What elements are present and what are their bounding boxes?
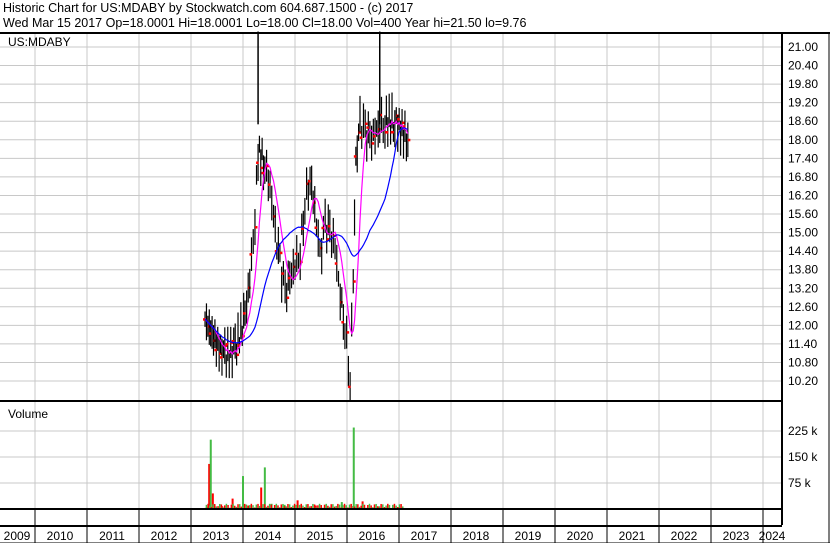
close-marker bbox=[261, 171, 264, 175]
close-marker bbox=[214, 348, 217, 352]
price-tick-label: 19.80 bbox=[788, 77, 818, 91]
volume-bar bbox=[242, 476, 244, 509]
close-marker bbox=[327, 224, 331, 228]
price-tick-label: 19.20 bbox=[788, 96, 818, 110]
close-marker bbox=[294, 252, 298, 256]
price-tick-label: 18.60 bbox=[788, 114, 818, 128]
year-label: 2020 bbox=[567, 529, 594, 543]
price-tick-label: 14.40 bbox=[788, 244, 818, 258]
year-label: 2021 bbox=[619, 529, 646, 543]
close-marker bbox=[346, 331, 350, 334]
price-tick-label: 16.80 bbox=[788, 170, 818, 184]
price-tick-label: 10.80 bbox=[788, 355, 818, 369]
volume-tick-label: 150 k bbox=[788, 450, 818, 464]
close-marker bbox=[268, 183, 271, 186]
price-tick-label: 20.40 bbox=[788, 59, 818, 73]
close-marker bbox=[254, 226, 258, 229]
volume-tick-label: 75 k bbox=[788, 476, 812, 490]
volume-bar bbox=[209, 439, 212, 509]
close-marker bbox=[301, 227, 304, 230]
year-label: 2013 bbox=[203, 529, 230, 543]
close-marker bbox=[348, 385, 351, 389]
price-tick-label: 13.20 bbox=[788, 281, 818, 295]
price-tick-label: 17.40 bbox=[788, 151, 818, 165]
close-marker bbox=[366, 126, 369, 129]
close-marker bbox=[385, 131, 389, 134]
year-label: 2024 bbox=[759, 529, 786, 543]
year-label: 2010 bbox=[47, 529, 74, 543]
close-marker bbox=[402, 121, 405, 125]
short-moving-average-line bbox=[204, 120, 409, 355]
stock-chart: 2009 2010 2011 2012 2013 2014 2015 2016 2017 2018… bbox=[0, 31, 830, 543]
close-marker bbox=[391, 130, 394, 134]
close-marker bbox=[353, 280, 356, 283]
year-label: 2017 bbox=[411, 529, 438, 543]
year-label: 2015 bbox=[307, 529, 334, 543]
price-tick-label: 15.60 bbox=[788, 207, 818, 221]
close-marker bbox=[365, 122, 368, 126]
year-label: 2019 bbox=[515, 529, 542, 543]
year-label: 2009 bbox=[4, 529, 31, 543]
volume-bar bbox=[352, 427, 355, 509]
volume-bar bbox=[263, 467, 266, 509]
year-label: 2016 bbox=[359, 529, 386, 543]
close-marker bbox=[243, 312, 246, 315]
price-tick-label: 12.60 bbox=[788, 300, 818, 314]
close-marker bbox=[279, 251, 283, 255]
volume-bar bbox=[260, 487, 263, 509]
close-marker bbox=[341, 320, 344, 324]
close-marker bbox=[314, 226, 317, 229]
close-marker bbox=[353, 155, 357, 158]
close-marker bbox=[236, 353, 240, 357]
volume-label: Volume bbox=[8, 407, 48, 421]
symbol-label: US:MDABY bbox=[8, 35, 71, 49]
close-marker bbox=[371, 142, 375, 145]
price-tick-label: 16.20 bbox=[788, 188, 818, 202]
close-marker bbox=[359, 136, 363, 139]
close-marker bbox=[373, 135, 376, 138]
price-tick-label: 12.00 bbox=[788, 318, 818, 332]
volume-tick-label: 225 k bbox=[788, 424, 818, 438]
year-label: 2018 bbox=[463, 529, 490, 543]
year-label: 2023 bbox=[723, 529, 750, 543]
price-tick-label: 15.00 bbox=[788, 226, 818, 240]
close-marker bbox=[256, 161, 259, 164]
year-label: 2022 bbox=[671, 529, 698, 543]
close-marker bbox=[225, 342, 229, 346]
close-marker bbox=[208, 332, 212, 335]
year-label: 2011 bbox=[99, 529, 125, 543]
close-marker bbox=[321, 226, 324, 230]
year-label: 2014 bbox=[255, 529, 282, 543]
close-marker bbox=[281, 272, 284, 275]
close-marker bbox=[308, 179, 311, 183]
close-marker bbox=[397, 118, 400, 121]
price-tick-label: 18.00 bbox=[788, 133, 818, 147]
price-tick-label: 10.20 bbox=[788, 374, 818, 388]
year-label: 2012 bbox=[151, 529, 178, 543]
price-tick-label: 13.80 bbox=[788, 263, 818, 277]
close-marker bbox=[334, 262, 338, 265]
close-marker bbox=[287, 276, 291, 280]
price-tick-label: 21.00 bbox=[788, 40, 818, 54]
close-marker bbox=[286, 296, 290, 300]
price-tick-label: 11.40 bbox=[788, 337, 817, 351]
close-marker bbox=[249, 253, 252, 256]
close-marker bbox=[219, 356, 223, 359]
close-marker bbox=[407, 138, 411, 142]
